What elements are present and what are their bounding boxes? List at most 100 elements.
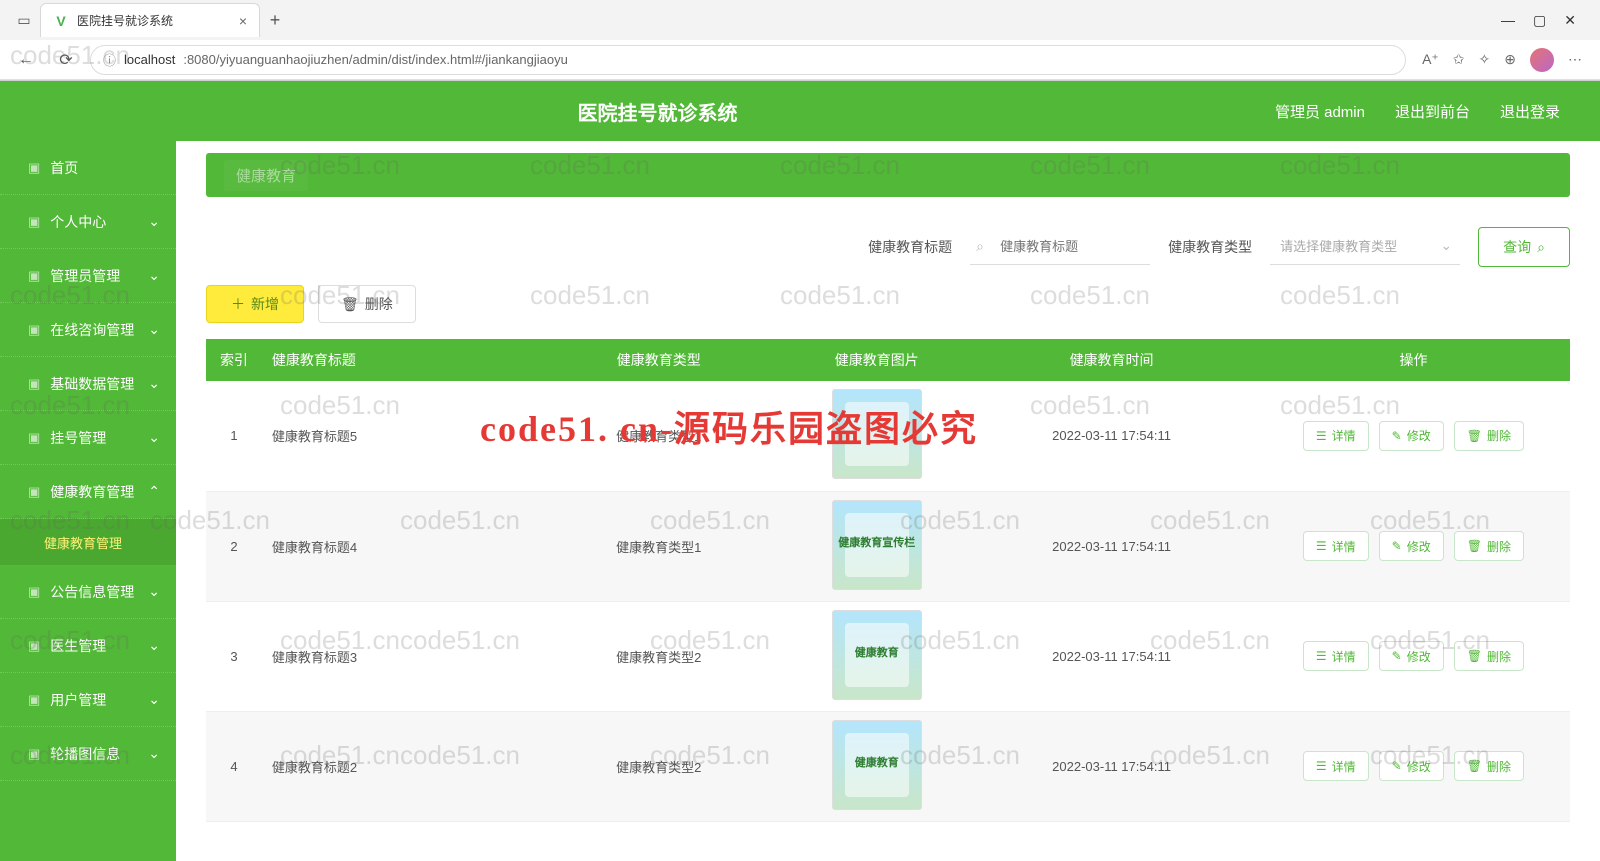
list-icon: ☰ xyxy=(1316,539,1327,553)
close-window-icon[interactable]: ✕ xyxy=(1564,12,1576,29)
main-content: 健康教育 健康教育标题 ⌕ 健康教育类型 请选择健康教育类型 查询 ⌕ ＋ 新增 xyxy=(176,141,1600,861)
thumbnail[interactable] xyxy=(832,389,922,479)
logout-link[interactable]: 退出登录 xyxy=(1500,101,1560,122)
sidebar-item-doctor[interactable]: ▣ 医生管理 xyxy=(0,619,176,673)
cell-time: 2022-03-11 17:54:11 xyxy=(966,491,1257,601)
star-icon[interactable]: ✩ xyxy=(1453,51,1465,68)
users-icon: ▣ xyxy=(28,692,40,708)
sidebar-item-basedata[interactable]: ▣ 基础数据管理 xyxy=(0,357,176,411)
row-delete-button[interactable]: 🗑删除 xyxy=(1454,641,1524,671)
sidebar-item-label: 公告信息管理 xyxy=(50,582,134,602)
sidebar-item-label: 医生管理 xyxy=(50,636,106,656)
list-icon: ☰ xyxy=(1316,649,1327,663)
new-tab-button[interactable]: + xyxy=(260,10,290,31)
cell-title: 健康教育标题5 xyxy=(262,381,530,491)
sidebar-item-announcement[interactable]: ▣ 公告信息管理 xyxy=(0,565,176,619)
cell-type: 健康教育类型2 xyxy=(530,601,787,711)
thumbnail[interactable]: 健康教育宣传栏 xyxy=(832,500,922,590)
book-icon: ▣ xyxy=(28,484,40,500)
th-image: 健康教育图片 xyxy=(787,339,966,381)
sidebar-item-profile[interactable]: ▣ 个人中心 xyxy=(0,195,176,249)
tabs-overview-icon[interactable]: ▭ xyxy=(8,4,40,36)
home-icon: ▣ xyxy=(28,160,40,176)
delete-button[interactable]: 🗑 删除 xyxy=(318,285,416,323)
back-button[interactable]: ← xyxy=(10,44,42,76)
edit-button[interactable]: ✎修改 xyxy=(1379,531,1444,561)
thumbnail[interactable]: 健康教育 xyxy=(832,610,922,700)
row-delete-button[interactable]: 🗑删除 xyxy=(1454,421,1524,451)
collections-icon[interactable]: ⊕ xyxy=(1504,51,1516,68)
cell-image: 健康教育 xyxy=(787,711,966,821)
breadcrumb-current: 健康教育 xyxy=(224,160,308,191)
pencil-icon: ✎ xyxy=(1392,429,1402,443)
cell-type: 健康教育类型1 xyxy=(530,381,787,491)
cell-image: 健康教育 xyxy=(787,601,966,711)
edit-button[interactable]: ✎修改 xyxy=(1379,641,1444,671)
cell-index: 4 xyxy=(206,711,262,821)
sidebar-item-carousel[interactable]: ▣ 轮播图信息 xyxy=(0,727,176,781)
row-delete-button[interactable]: 🗑删除 xyxy=(1454,751,1524,781)
user-icon: ▣ xyxy=(28,214,40,230)
profile-avatar[interactable] xyxy=(1530,48,1554,72)
sidebar-item-health-edu[interactable]: ▣ 健康教育管理 xyxy=(0,465,176,519)
row-delete-button[interactable]: 🗑删除 xyxy=(1454,531,1524,561)
window-controls: — ▢ ✕ xyxy=(1485,12,1592,29)
site-info-icon[interactable]: ⓘ xyxy=(103,50,116,69)
cell-type: 健康教育类型2 xyxy=(530,711,787,821)
cell-ops: ☰详情 ✎修改 🗑删除 xyxy=(1257,711,1570,821)
detail-button[interactable]: ☰详情 xyxy=(1303,531,1369,561)
cell-title: 健康教育标题4 xyxy=(262,491,530,601)
logout-to-front-link[interactable]: 退出到前台 xyxy=(1395,101,1470,122)
refresh-button[interactable]: ⟳ xyxy=(50,44,82,76)
favicon-icon: V xyxy=(53,13,69,29)
trash-icon: 🗑 xyxy=(1467,649,1482,663)
sidebar-item-label: 基础数据管理 xyxy=(50,374,134,394)
current-user-label[interactable]: 管理员 admin xyxy=(1275,101,1365,122)
browser-chrome: ▭ V 医院挂号就诊系统 × + — ▢ ✕ ← ⟳ ⓘ localhost:8… xyxy=(0,0,1600,81)
image-icon: ▣ xyxy=(28,746,40,762)
tab-bar: ▭ V 医院挂号就诊系统 × + — ▢ ✕ xyxy=(0,0,1600,40)
address-bar: ← ⟳ ⓘ localhost:8080/yiyuanguanhaojiuzhe… xyxy=(0,40,1600,80)
thumbnail[interactable]: 健康教育 xyxy=(832,720,922,810)
sidebar-item-consult[interactable]: ▣ 在线咨询管理 xyxy=(0,303,176,357)
close-tab-icon[interactable]: × xyxy=(239,13,247,29)
minimize-icon[interactable]: — xyxy=(1501,12,1515,29)
cell-title: 健康教育标题2 xyxy=(262,711,530,821)
sidebar-item-user[interactable]: ▣ 用户管理 xyxy=(0,673,176,727)
sidebar-item-register[interactable]: ▣ 挂号管理 xyxy=(0,411,176,465)
read-aloud-icon[interactable]: A⁺ xyxy=(1422,51,1439,68)
url-field[interactable]: ⓘ localhost:8080/yiyuanguanhaojiuzhen/ad… xyxy=(90,45,1406,75)
sidebar-item-label: 轮播图信息 xyxy=(50,744,120,764)
cell-time: 2022-03-11 17:54:11 xyxy=(966,601,1257,711)
filter-row: 健康教育标题 ⌕ 健康教育类型 请选择健康教育类型 查询 ⌕ xyxy=(206,197,1570,285)
url-host: localhost xyxy=(124,52,175,67)
more-icon[interactable]: ⋯ xyxy=(1568,51,1582,68)
th-title: 健康教育标题 xyxy=(262,339,530,381)
detail-button[interactable]: ☰详情 xyxy=(1303,751,1369,781)
cell-type: 健康教育类型1 xyxy=(530,491,787,601)
detail-button[interactable]: ☰详情 xyxy=(1303,421,1369,451)
sidebar-item-admin[interactable]: ▣ 管理员管理 xyxy=(0,249,176,303)
browser-tab[interactable]: V 医院挂号就诊系统 × xyxy=(40,3,260,37)
edit-button[interactable]: ✎修改 xyxy=(1379,421,1444,451)
filter-type-select[interactable]: 请选择健康教育类型 xyxy=(1270,229,1460,265)
detail-button[interactable]: ☰详情 xyxy=(1303,641,1369,671)
filter-title-input[interactable] xyxy=(970,229,1150,265)
favorites-icon[interactable]: ✧ xyxy=(1479,51,1491,68)
th-type: 健康教育类型 xyxy=(530,339,787,381)
sidebar-subitem-health-edu[interactable]: 健康教育管理 xyxy=(0,519,176,565)
add-label: 新增 xyxy=(251,294,279,314)
trash-icon: 🗑 xyxy=(341,296,359,313)
table-row: 4 健康教育标题2 健康教育类型2 健康教育 2022-03-11 17:54:… xyxy=(206,711,1570,821)
trash-icon: 🗑 xyxy=(1467,429,1482,443)
query-button[interactable]: 查询 ⌕ xyxy=(1478,227,1570,267)
sidebar-item-home[interactable]: ▣ 首页 xyxy=(0,141,176,195)
chat-icon: ▣ xyxy=(28,322,40,338)
maximize-icon[interactable]: ▢ xyxy=(1533,12,1546,29)
cell-time: 2022-03-11 17:54:11 xyxy=(966,711,1257,821)
announce-icon: ▣ xyxy=(28,584,40,600)
trash-icon: 🗑 xyxy=(1467,539,1482,553)
sidebar-item-label: 首页 xyxy=(50,158,78,178)
add-button[interactable]: ＋ 新增 xyxy=(206,285,304,323)
edit-button[interactable]: ✎修改 xyxy=(1379,751,1444,781)
